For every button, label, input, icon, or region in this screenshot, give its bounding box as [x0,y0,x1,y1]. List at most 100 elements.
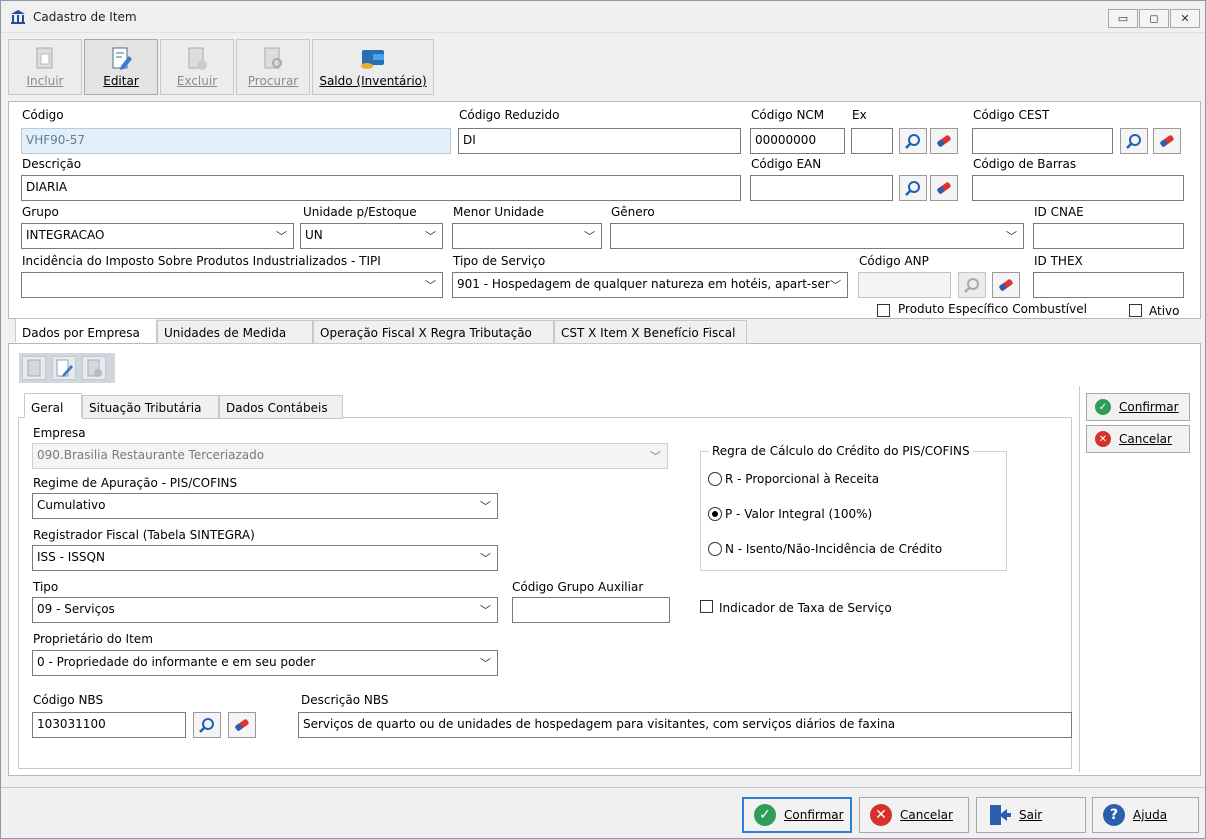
ajuda-label: Ajuda [1133,808,1168,822]
ajuda-button[interactable]: ? Ajuda [1092,797,1199,833]
confirmar-button[interactable]: ✓ Confirmar [742,797,852,833]
ncm-clear-button[interactable] [930,128,958,154]
empresa-select[interactable]: 090.Brasilia Restaurante Terceriazado ﹀ [32,443,668,469]
sub-editar-button[interactable] [52,356,76,380]
grupo-select[interactable]: INTEGRACAO ﹀ [21,223,294,249]
codigo-ncm-field[interactable]: 00000000 [750,128,845,154]
indicador-taxa-label: Indicador de Taxa de Serviço [719,601,892,615]
chevron-down-icon: ﹀ [480,657,491,670]
maximize-button[interactable]: ◻ [1139,9,1169,28]
codigo-ean-field[interactable] [750,175,893,201]
editar-label: Editar [103,74,139,88]
tab-dados-por-empresa[interactable]: Dados por Empresa [15,318,157,343]
id-cnae-field[interactable] [1033,223,1184,249]
check-icon: ✓ [754,804,776,826]
side-cancelar-button[interactable]: ✕ Cancelar [1086,425,1190,453]
id-thex-field[interactable] [1033,272,1184,298]
procurar-label: Procurar [247,74,299,88]
codigo-label: Código [22,108,64,122]
radio-n-isento[interactable] [708,542,722,556]
chevron-down-icon: ﹀ [650,450,661,463]
codigo-barras-field[interactable] [972,175,1184,201]
ean-search-button[interactable] [899,175,927,201]
codigo-ean-label: Código EAN [751,157,822,171]
side-divider [1079,386,1080,772]
tipo-servico-select[interactable]: 901 - Hospedagem de qualquer natureza em… [452,272,848,298]
cest-clear-button[interactable] [1153,128,1181,154]
produto-combustivel-checkbox[interactable] [877,304,890,317]
app-bank-icon [11,10,25,24]
incluir-button[interactable]: Incluir [8,39,82,95]
anp-search-button[interactable] [958,272,986,298]
cest-search-button[interactable] [1120,128,1148,154]
procurar-button[interactable]: Procurar [236,39,310,95]
editar-button[interactable]: Editar [84,39,158,95]
radio-p-integral[interactable] [708,507,722,521]
ativo-label: Ativo [1149,304,1180,318]
codigo-anp-field[interactable] [858,272,951,298]
cancelar-button[interactable]: ✕ Cancelar [859,797,969,833]
tipo-select[interactable]: 09 - Serviços ﹀ [32,597,498,623]
minimize-button[interactable]: ▭ [1108,9,1138,28]
codigo-cest-field[interactable] [972,128,1113,154]
tab-operacao-fiscal[interactable]: Operação Fiscal X Regra Tributação [313,320,554,344]
codigo-nbs-field[interactable]: 103031100 [32,712,186,738]
side-confirmar-button[interactable]: ✓ Confirmar [1086,393,1190,421]
codigo-ncm-label: Código NCM [751,108,825,122]
tab-geral[interactable]: Geral [24,393,82,418]
descricao-field[interactable]: DIARIA [21,175,741,201]
proprietario-label: Proprietário do Item [33,632,153,646]
descricao-nbs-field[interactable]: Serviços de quarto ou de unidades de hos… [298,712,1072,738]
registrador-select[interactable]: ISS - ISSQN ﹀ [32,545,498,571]
eraser-icon [999,279,1013,291]
codigo-reduzido-field[interactable]: DI [458,128,741,154]
chevron-down-icon: ﹀ [425,279,436,292]
codigo-cest-label: Código CEST [973,108,1050,122]
ncm-search-button[interactable] [899,128,927,154]
tab-unidades-de-medida[interactable]: Unidades de Medida [157,320,313,344]
chevron-down-icon: ﹀ [480,552,491,565]
excluir-button[interactable]: Excluir [160,39,234,95]
tipi-select[interactable]: ﹀ [21,272,443,298]
regra-credito-label: Regra de Cálculo do Crédito do PIS/COFIN… [709,444,973,458]
chevron-down-icon: ﹀ [276,230,287,243]
ex-label: Ex [852,108,867,122]
sub-incluir-button[interactable] [22,356,46,380]
ativo-checkbox[interactable] [1129,304,1142,317]
sub-excluir-button[interactable] [82,356,106,380]
search-icon [905,134,920,149]
close-button[interactable]: ✕ [1170,9,1200,28]
indicador-taxa-checkbox[interactable] [700,600,713,613]
chevron-down-icon: ﹀ [584,230,595,243]
produto-combustivel-label: Produto Específico Combustível [898,302,1087,316]
eraser-icon [235,719,249,731]
radio-p-label: P - Valor Integral (100%) [725,507,873,521]
menor-unidade-select[interactable]: ﹀ [452,223,602,249]
codigo-reduzido-label: Código Reduzido [459,108,560,122]
eraser-icon [1160,135,1174,147]
ex-field[interactable] [851,128,893,154]
chevron-down-icon: ﹀ [830,277,841,293]
proprietario-select[interactable]: 0 - Propriedade do informante e em seu p… [32,650,498,676]
saldo-inventario-button[interactable]: Saldo (Inventário) [312,39,434,95]
window-title: Cadastro de Item [33,10,137,24]
genero-select[interactable]: ﹀ [610,223,1024,249]
nbs-clear-button[interactable] [228,712,256,738]
nbs-search-button[interactable] [193,712,221,738]
tab-cst-item-beneficio[interactable]: CST X Item X Benefício Fiscal [554,320,747,344]
ean-clear-button[interactable] [930,175,958,201]
tab-situacao-tributaria[interactable]: Situação Tributária [82,395,219,419]
regime-select[interactable]: Cumulativo ﹀ [32,493,498,519]
codigo-anp-label: Código ANP [859,254,929,268]
sair-button[interactable]: Sair [976,797,1086,833]
chevron-down-icon: ﹀ [480,500,491,513]
codigo-grupo-aux-field[interactable] [512,597,670,623]
tab-dados-contabeis[interactable]: Dados Contábeis [219,395,343,419]
anp-clear-button[interactable] [992,272,1020,298]
codigo-field[interactable]: VHF90-57 [21,128,451,154]
confirmar-label: Confirmar [784,808,844,822]
unidade-estoque-select[interactable]: UN ﹀ [300,223,443,249]
radio-r-proporcional[interactable] [708,472,722,486]
search-icon [1126,134,1141,149]
id-cnae-label: ID CNAE [1034,205,1084,219]
